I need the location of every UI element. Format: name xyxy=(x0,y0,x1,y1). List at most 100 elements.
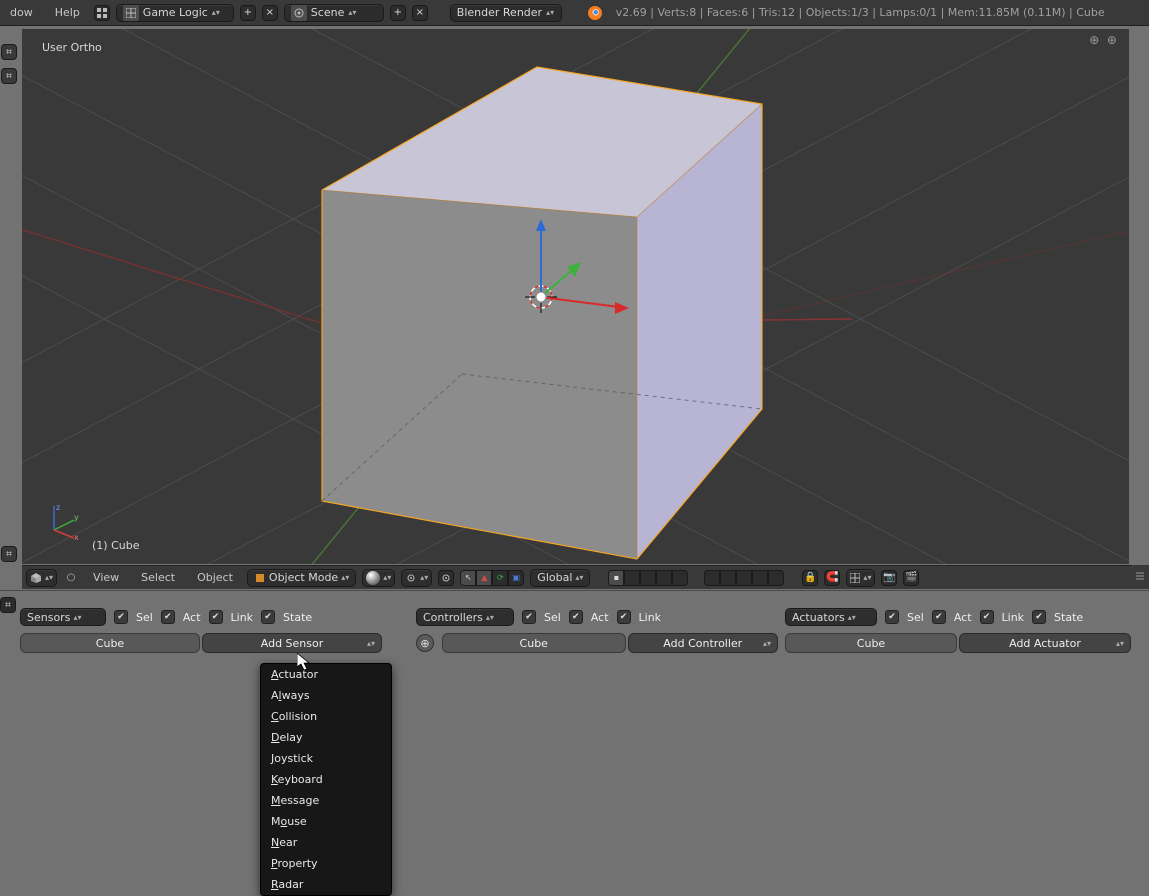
sensor-option-property[interactable]: Property xyxy=(261,853,391,874)
menu-select[interactable]: Select xyxy=(133,567,183,588)
add-actuator-dropdown[interactable]: Add Actuator ▴▾ xyxy=(959,633,1131,653)
cube-object[interactable] xyxy=(322,67,762,559)
cube-mini-icon xyxy=(30,572,42,584)
actuators-check-sel[interactable]: ✔ xyxy=(885,610,899,624)
scene-label: Scene xyxy=(311,6,345,19)
lock-camera-icon[interactable]: 🔒 xyxy=(802,570,818,586)
manipulator-enable[interactable]: ↖ xyxy=(460,570,476,586)
editor-type-dropdown[interactable]: ▴▾ xyxy=(26,569,57,587)
sensor-option-always[interactable]: Always xyxy=(261,685,391,706)
sensors-check-act[interactable]: ✔ xyxy=(161,610,175,624)
pivot-dropdown[interactable]: ▴▾ xyxy=(401,569,432,587)
actuators-check-act-label: Act xyxy=(954,611,972,624)
viewport-canvas xyxy=(22,29,1129,564)
snap-toggle[interactable]: 🧲 xyxy=(824,570,840,586)
chevron-updown-icon: ▴▾ xyxy=(212,9,220,17)
sensor-option-message[interactable]: Message xyxy=(261,790,391,811)
sensor-option-near[interactable]: Near xyxy=(261,832,391,853)
manipulator-rotate[interactable]: ⟳ xyxy=(492,570,508,586)
add-sensor-dropdown[interactable]: Add Sensor ▴▾ xyxy=(202,633,382,653)
controllers-dropdown[interactable]: Controllers ▴▾ xyxy=(416,608,514,626)
scene-icon xyxy=(291,5,307,21)
viewport-view-label: User Ortho xyxy=(42,41,102,54)
layout-add-button[interactable]: + xyxy=(240,5,256,21)
menu-object[interactable]: Object xyxy=(189,567,241,588)
mini-axis-icon: z y x xyxy=(44,500,84,540)
gutter-icon-3[interactable]: ⌗ xyxy=(1,546,17,562)
sensors-object-button[interactable]: Cube xyxy=(20,633,200,653)
controllers-check-link-label: Link xyxy=(639,611,662,624)
chevron-updown-icon: ▴▾ xyxy=(546,9,554,17)
opengl-render-image[interactable]: 📷 xyxy=(881,570,897,586)
scene-add-button[interactable]: + xyxy=(390,5,406,21)
menu-window[interactable]: dow xyxy=(2,2,41,23)
sensor-option-delay[interactable]: Delay xyxy=(261,727,391,748)
controllers-add-icon[interactable]: ⊕ xyxy=(416,634,434,652)
viewport-object-label: (1) Cube xyxy=(92,539,139,552)
actuators-check-sel-label: Sel xyxy=(907,611,924,624)
layers-b-top[interactable] xyxy=(704,570,784,586)
actuators-check-state[interactable]: ✔ xyxy=(1032,610,1046,624)
controllers-check-sel[interactable]: ✔ xyxy=(522,610,536,624)
sensor-option-radar[interactable]: Radar xyxy=(261,874,391,895)
layout-remove-button[interactable]: × xyxy=(262,5,278,21)
screen-layout-dropdown[interactable]: Game Logic ▴▾ xyxy=(116,4,234,22)
manipulator-translate[interactable]: ▲ xyxy=(476,570,492,586)
add-controller-dropdown[interactable]: Add Controller ▴▾ xyxy=(628,633,779,653)
sensor-option-collision[interactable]: Collision xyxy=(261,706,391,727)
scene-dropdown[interactable]: Scene ▴▾ xyxy=(284,4,384,22)
sensor-option-actuator[interactable]: Actuator xyxy=(261,664,391,685)
scene-stats: v2.69 | Verts:8 | Faces:6 | Tris:12 | Ob… xyxy=(616,6,1105,19)
shading-dropdown[interactable]: ▴▾ xyxy=(362,569,395,587)
actuators-dropdown[interactable]: Actuators ▴▾ xyxy=(785,608,877,626)
controllers-check-act-label: Act xyxy=(591,611,609,624)
add-actuator-label: Add Actuator xyxy=(1009,637,1081,650)
logic-editor: ⌗ Sensors ▴▾ ✔ Sel ✔ Act ✔ Link ✔ State … xyxy=(0,590,1149,878)
snap-type-dropdown[interactable]: ▴▾ xyxy=(846,569,875,587)
layers-a-top[interactable]: ▪ xyxy=(608,570,688,586)
mode-dropdown[interactable]: Object Mode ▴▾ xyxy=(247,569,356,587)
gutter-icon-1[interactable]: ⌗ xyxy=(1,44,17,60)
menu-help[interactable]: Help xyxy=(47,2,88,23)
orientation-dropdown[interactable]: Global ▴▾ xyxy=(530,569,590,587)
sensor-option-keyboard[interactable]: Keyboard xyxy=(261,769,391,790)
actuators-check-act[interactable]: ✔ xyxy=(932,610,946,624)
logic-gutter-icon[interactable]: ⌗ xyxy=(0,597,16,613)
opengl-render-anim[interactable]: 🎬 xyxy=(903,570,919,586)
sensors-check-link-label: Link xyxy=(231,611,254,624)
actuators-check-link[interactable]: ✔ xyxy=(980,610,994,624)
editor-type-icon[interactable] xyxy=(94,5,110,21)
sensor-option-mouse[interactable]: Mouse xyxy=(261,811,391,832)
info-header: dow Help Game Logic ▴▾ + × Scene ▴▾ + × … xyxy=(0,0,1149,26)
sensor-option-joystick[interactable]: Joystick xyxy=(261,748,391,769)
controllers-check-link[interactable]: ✔ xyxy=(617,610,631,624)
sensors-check-link[interactable]: ✔ xyxy=(209,610,223,624)
viewport-expand-icon[interactable]: ⊕ ⊕ xyxy=(1089,33,1117,47)
3d-viewport[interactable]: User Ortho (1) Cube ⊕ ⊕ z y x xyxy=(22,29,1129,564)
split-handle-icon[interactable] xyxy=(1131,565,1149,589)
actuators-column: Actuators ▴▾ ✔ Sel ✔ Act ✔ Link ✔ State … xyxy=(785,607,1131,653)
render-engine-dropdown[interactable]: Blender Render ▴▾ xyxy=(450,4,562,22)
controllers-check-act[interactable]: ✔ xyxy=(569,610,583,624)
actuators-object-button[interactable]: Cube xyxy=(785,633,957,653)
sensors-column: Sensors ▴▾ ✔ Sel ✔ Act ✔ Link ✔ State Cu… xyxy=(20,607,382,653)
sensors-label: Sensors xyxy=(27,611,70,624)
manipulator-toggles[interactable]: ↖ ▲ ⟳ ▣ xyxy=(460,570,524,586)
controllers-object-button[interactable]: Cube xyxy=(442,633,626,653)
sensors-dropdown[interactable]: Sensors ▴▾ xyxy=(20,608,106,626)
orientation-label: Global xyxy=(537,571,572,584)
svg-text:z: z xyxy=(56,503,60,512)
collapse-icon[interactable]: ○ xyxy=(63,570,79,586)
sensors-check-state[interactable]: ✔ xyxy=(261,610,275,624)
chevron-updown-icon: ▴▾ xyxy=(348,9,356,17)
gutter-icon-2[interactable]: ⌗ xyxy=(1,68,17,84)
actuators-check-link-label: Link xyxy=(1002,611,1025,624)
controllers-column: Controllers ▴▾ ✔ Sel ✔ Act ✔ Link ⊕ Cube… xyxy=(416,607,778,653)
manipulator-scale[interactable]: ▣ xyxy=(508,570,524,586)
pivot-toggle[interactable] xyxy=(438,570,454,586)
scene-remove-button[interactable]: × xyxy=(412,5,428,21)
sensors-check-sel[interactable]: ✔ xyxy=(114,610,128,624)
controllers-label: Controllers xyxy=(423,611,483,624)
menu-view[interactable]: View xyxy=(85,567,127,588)
actuators-object-label: Cube xyxy=(857,637,885,650)
